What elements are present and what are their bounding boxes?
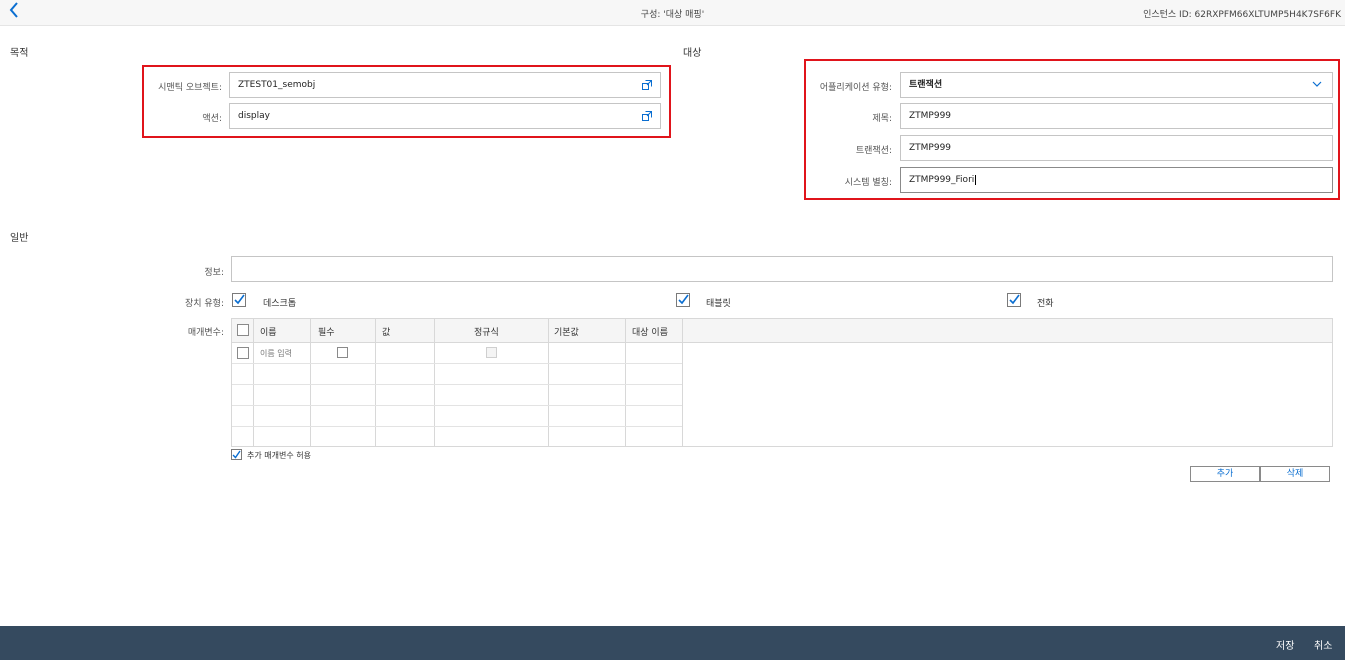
info-label: 정보: [204,268,224,278]
row-divider [232,405,682,406]
column-header-name[interactable]: 이름 [260,325,277,338]
footer-toolbar: 저장 취소 [0,626,1345,660]
tablet-label: 태블릿 [706,299,731,309]
action-label: 액션: [202,114,222,124]
title-value: ZTMP999 [909,111,952,121]
transaction-value: ZTMP999 [909,143,952,153]
allow-additional-label: 추가 매개변수 허용 [247,451,311,460]
row-divider [232,384,682,385]
title-field[interactable]: ZTMP999 [900,103,1333,129]
save-button[interactable]: 저장 [1276,637,1294,652]
semantic-object-field[interactable]: ZTEST01_semobj [229,72,661,98]
transaction-label: 트랜잭션: [855,146,892,156]
column-header-required[interactable]: 필수 [318,325,335,338]
external-link-icon[interactable] [642,80,652,90]
column-header-target-name[interactable]: 대상 이름 [632,325,668,338]
cancel-button[interactable]: 취소 [1314,637,1332,652]
semantic-object-label: 시맨틱 오브젝트: [158,83,222,93]
row-divider [232,363,682,364]
add-button[interactable]: 추가 [1190,466,1260,482]
text-cursor [975,175,977,185]
name-input-placeholder[interactable]: 이름 입력 [260,348,292,359]
semantic-object-value: ZTEST01_semobj [238,80,316,90]
required-checkbox[interactable] [337,347,348,358]
checkbox-checked-icon [1009,294,1020,305]
phone-label: 전화 [1037,299,1054,309]
parameters-table: 이름 필수 값 정규식 기본값 대상 이름 이름 입력 [231,318,1333,447]
checkbox-checked-icon [234,294,245,305]
system-alias-field[interactable]: ZTMP999_Fiori [900,167,1333,193]
target-section-title: 대상 [683,48,702,59]
system-alias-value: ZTMP999_Fiori [909,175,975,185]
desktop-label: 데스크톱 [263,299,297,309]
column-divider [682,319,683,446]
transaction-field[interactable]: ZTMP999 [900,135,1333,161]
phone-checkbox[interactable] [1007,293,1021,307]
delete-button[interactable]: 삭제 [1260,466,1330,482]
params-label: 매개변수: [187,328,224,338]
column-header-regex[interactable]: 정규식 [474,325,499,338]
checkbox-checked-icon [678,294,689,305]
app-type-label: 어플리케이션 유형: [819,83,892,93]
external-link-icon[interactable] [642,111,652,121]
column-header-default[interactable]: 기본값 [554,325,579,338]
row-select-checkbox[interactable] [237,347,249,359]
allow-additional-checkbox[interactable] [231,449,242,460]
tablet-checkbox[interactable] [676,293,690,307]
action-field[interactable]: display [229,103,661,129]
app-type-select[interactable]: 트랜잭션 [900,72,1333,98]
general-section-title: 일반 [10,233,29,244]
device-type-label: 장치 유형: [184,299,224,309]
action-value: display [238,111,270,121]
row-divider [232,426,682,427]
source-section-title: 목적 [10,48,29,59]
info-field[interactable] [231,256,1333,282]
checkbox-checked-icon [232,450,241,459]
table-header [232,319,1332,343]
instance-id: 인스턴스 ID: 62RXPFM66XLTUMP5H4K7SF6FK [1143,10,1341,20]
chevron-down-icon[interactable] [1312,79,1322,89]
desktop-checkbox[interactable] [232,293,246,307]
regex-checkbox [486,347,497,358]
title-label: 제목: [872,114,892,124]
select-all-checkbox[interactable] [237,324,249,336]
column-header-value[interactable]: 값 [382,325,390,338]
system-alias-label: 시스템 별칭: [844,178,892,188]
app-header: 구성: '대상 매핑' 인스턴스 ID: 62RXPFM66XLTUMP5H4K… [0,0,1345,26]
app-type-value: 트랜잭션 [909,80,943,90]
